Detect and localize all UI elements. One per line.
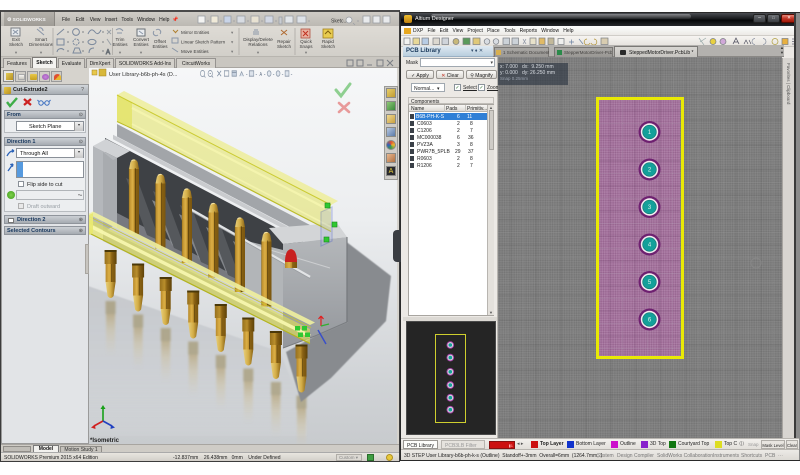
svg-text:Sketch: Sketch [277,44,291,49]
svg-text:▾: ▾ [119,50,122,55]
svg-text:Sketc...: Sketc... [331,19,348,25]
svg-text:Entities: Entities [152,44,168,49]
svg-text:Entities: Entities [133,42,149,47]
svg-text:Relations: Relations [248,42,268,47]
svg-text:Mirror Entities: Mirror Entities [181,30,210,35]
svg-text:Snaps: Snaps [299,44,313,49]
svg-text:Move Entities: Move Entities [181,49,209,54]
svg-text:▾: ▾ [40,50,43,55]
svg-text:Sketch: Sketch [321,44,335,49]
svg-text:Entities: Entities [112,42,128,47]
svg-text:A: A [106,50,110,56]
svg-text:▾: ▾ [305,50,308,55]
svg-text:Dimensions: Dimensions [29,42,54,47]
svg-text:▾: ▾ [15,50,18,55]
svg-text:▾: ▾ [231,49,234,54]
svg-text:▾: ▾ [231,30,234,35]
svg-text:▾: ▾ [140,50,143,55]
svg-text:A: A [260,72,263,78]
svg-text:▾: ▾ [231,40,234,45]
svg-text:Linear Sketch Pattern: Linear Sketch Pattern [181,40,226,45]
svg-text:User Library-b6b-ph-4s (D...: User Library-b6b-ph-4s (D... [109,72,178,78]
svg-text:Sketch: Sketch [9,42,23,47]
svg-text:▾: ▾ [257,50,260,55]
